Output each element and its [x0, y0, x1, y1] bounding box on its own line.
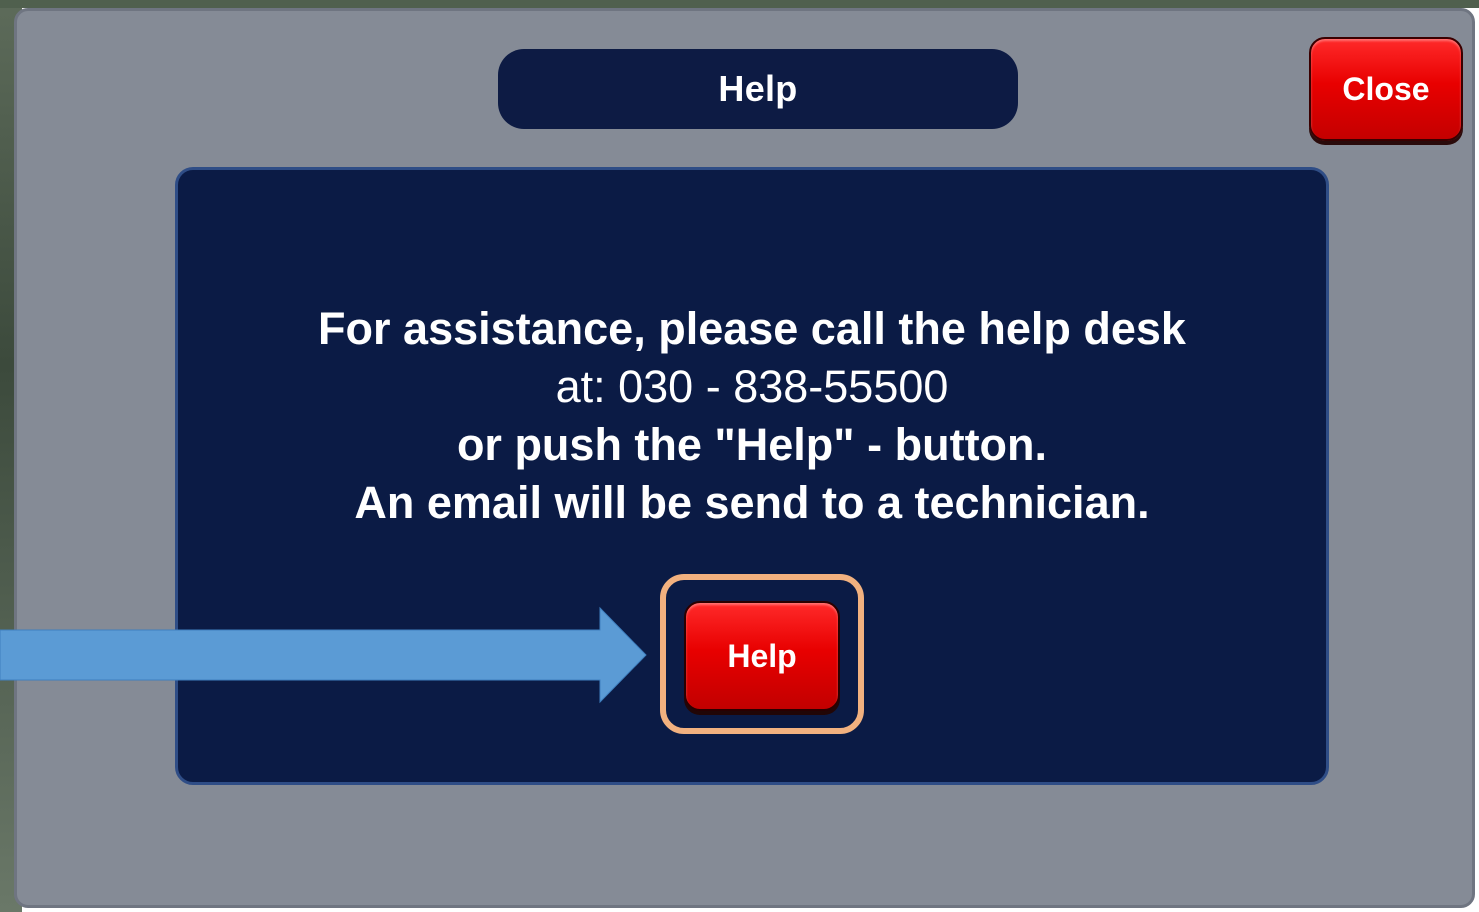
- dialog-title: Help: [498, 49, 1018, 129]
- help-message: For assistance, please call the help des…: [178, 300, 1326, 532]
- message-line-3: or push the "Help" - button.: [456, 419, 1048, 470]
- help-button[interactable]: Help: [684, 601, 840, 711]
- message-line-1: For assistance, please call the help des…: [318, 303, 1186, 354]
- background-top-edge: [0, 0, 1479, 8]
- help-dialog: Help Close For assistance, please call t…: [14, 8, 1475, 908]
- close-button[interactable]: Close: [1309, 37, 1463, 141]
- message-line-4: An email will be send to a technician.: [354, 477, 1150, 528]
- pointer-arrow-icon: [0, 606, 647, 704]
- message-line-2-phone: at: 030 - 838-55500: [555, 361, 949, 412]
